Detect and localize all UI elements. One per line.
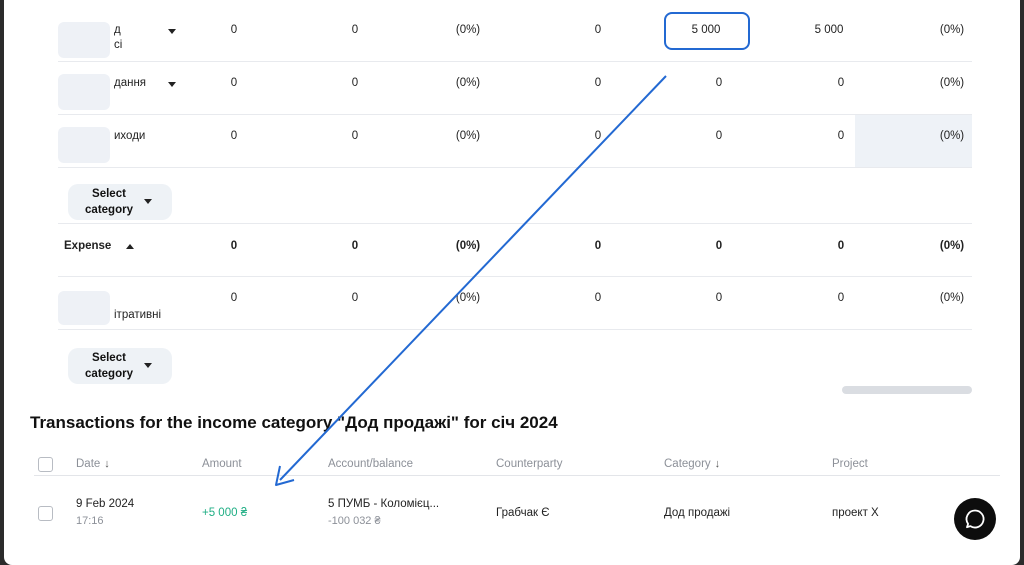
- sort-arrow-icon: ↓: [714, 458, 721, 470]
- redacted-label: [58, 22, 110, 58]
- cell-value: 0: [594, 292, 602, 304]
- highlight-annotation: [664, 12, 750, 50]
- cell-value: 0: [230, 240, 238, 252]
- row-label: дання: [114, 77, 147, 89]
- chat-button[interactable]: [954, 498, 996, 540]
- tx-counterparty: Грабчак Є: [496, 507, 550, 519]
- column-category[interactable]: Category ↓: [664, 458, 720, 470]
- caret-down-icon: [144, 363, 152, 368]
- cell-value: 0: [715, 292, 723, 304]
- cell-percent: (0%): [939, 130, 965, 142]
- page: д сі 0 0 (0%) 0 5 000 5 000 (0%) дання 0…: [4, 0, 1020, 565]
- cell-value: 0: [837, 240, 845, 252]
- transaction-row[interactable]: 9 Feb 2024 17:16 +5 000 ₴ 5 ПУМБ - Колом…: [34, 476, 1000, 546]
- row-label: Expense: [64, 240, 112, 252]
- table-row[interactable]: иходи 0 0 (0%) 0 0 0 (0%): [58, 115, 972, 168]
- cell-value: 0: [351, 240, 359, 252]
- redacted-label: [58, 127, 110, 163]
- select-category-button[interactable]: Select category: [68, 348, 172, 384]
- cell-value: 0: [351, 130, 359, 142]
- transactions-header: Date ↓ Amount Account/balance Counterpart…: [34, 454, 1000, 476]
- sort-arrow-icon: ↓: [104, 458, 110, 470]
- caret-down-icon: [144, 199, 152, 204]
- horizontal-scrollbar[interactable]: [842, 386, 972, 394]
- cell-percent: (0%): [455, 240, 481, 252]
- cell-value: 0: [715, 240, 723, 252]
- cell-value: 5 000: [814, 24, 844, 36]
- tx-balance: -100 032 ₴: [328, 515, 381, 527]
- cell-value: 0: [837, 292, 845, 304]
- cell-percent: (0%): [455, 24, 481, 36]
- caret-up-icon[interactable]: [126, 244, 134, 249]
- cell-value: 0: [230, 77, 238, 89]
- table-row[interactable]: ітративні 0 0 (0%) 0 0 0 (0%): [58, 277, 972, 330]
- tx-time: 17:16: [76, 515, 104, 527]
- cell-value: 0: [351, 24, 359, 36]
- cell-percent: (0%): [939, 292, 965, 304]
- row-checkbox[interactable]: [38, 506, 53, 521]
- select-category-row: Select category: [58, 330, 972, 386]
- tx-account: 5 ПУМБ - Коломієц...: [328, 498, 440, 510]
- cell-percent: (0%): [939, 24, 965, 36]
- column-project[interactable]: Project: [832, 458, 868, 470]
- column-amount[interactable]: Amount: [202, 458, 242, 470]
- column-account[interactable]: Account/balance: [328, 458, 413, 470]
- table-row-expense[interactable]: Expense 0 0 (0%) 0 0 0 (0%): [58, 224, 972, 277]
- chat-icon: [965, 509, 985, 529]
- select-all-checkbox[interactable]: [38, 457, 53, 472]
- table-row[interactable]: дання 0 0 (0%) 0 0 0 (0%): [58, 62, 972, 115]
- cell-percent: (0%): [455, 130, 481, 142]
- redacted-label: [58, 291, 110, 325]
- cell-percent: (0%): [455, 77, 481, 89]
- row-label: иходи: [114, 130, 146, 142]
- tx-category: Дод продажі: [664, 507, 731, 519]
- cell-value: 0: [594, 24, 602, 36]
- row-label: д сі: [114, 24, 123, 51]
- cell-value: 0: [351, 292, 359, 304]
- cell-value: 0: [351, 77, 359, 89]
- cell-value: 0: [230, 130, 238, 142]
- cell-value: 0: [594, 130, 602, 142]
- tx-project: проект Х: [832, 507, 879, 519]
- cell-value: 0: [837, 130, 845, 142]
- cell-percent: (0%): [939, 77, 965, 89]
- select-category-row: Select category: [58, 168, 972, 224]
- cell-percent: (0%): [455, 292, 481, 304]
- caret-down-icon[interactable]: [168, 29, 176, 34]
- cell-value: 0: [230, 292, 238, 304]
- transactions-title: Transactions for the income category "До…: [30, 413, 558, 432]
- cell-value: 0: [230, 24, 238, 36]
- cell-percent: (0%): [939, 240, 965, 252]
- cell-value: 0: [715, 130, 723, 142]
- cell-value: 0: [594, 240, 602, 252]
- cell-value: 0: [594, 77, 602, 89]
- cell-value: 0: [715, 77, 723, 89]
- row-label: ітративні: [114, 309, 162, 321]
- select-category-button[interactable]: Select category: [68, 184, 172, 220]
- column-counterparty[interactable]: Counterparty: [496, 458, 562, 470]
- redacted-label: [58, 74, 110, 110]
- column-date[interactable]: Date ↓: [76, 458, 110, 470]
- tx-date: 9 Feb 2024: [76, 498, 135, 510]
- caret-down-icon[interactable]: [168, 82, 176, 87]
- tx-amount: +5 000 ₴: [202, 507, 248, 519]
- cell-value: 0: [837, 77, 845, 89]
- table-row[interactable]: д сі 0 0 (0%) 0 5 000 5 000 (0%): [58, 0, 972, 62]
